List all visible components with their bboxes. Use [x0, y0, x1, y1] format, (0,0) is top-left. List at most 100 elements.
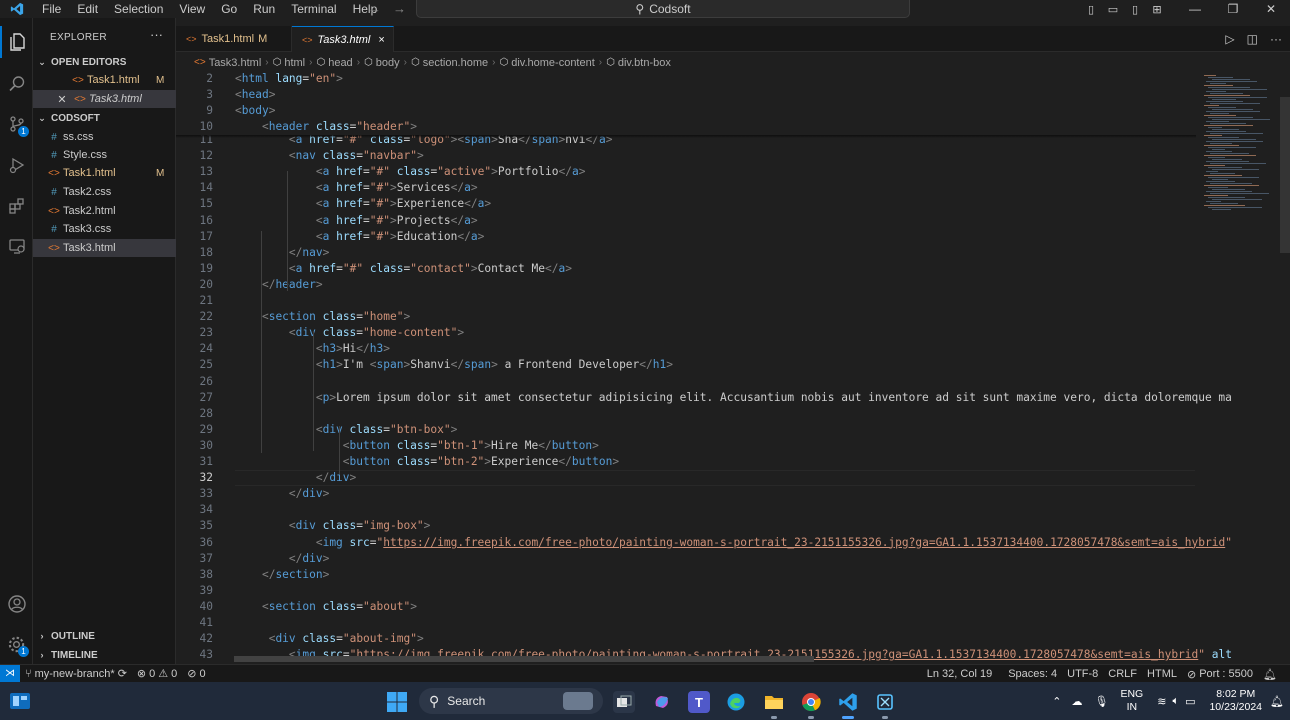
- wifi-icon[interactable]: ≋: [1157, 695, 1166, 708]
- search-view-icon[interactable]: [0, 68, 33, 100]
- onedrive-cloud-icon[interactable]: ☁: [1072, 695, 1083, 708]
- file-item[interactable]: # Task2.css: [33, 183, 176, 201]
- code-line[interactable]: 38 </section>: [176, 567, 1196, 583]
- menu-edit[interactable]: Edit: [69, 0, 106, 18]
- customize-layout-icon[interactable]: ⊞: [1146, 0, 1168, 18]
- code-line[interactable]: 22 <section class="home">: [176, 309, 1196, 325]
- menu-file[interactable]: File: [34, 0, 69, 18]
- open-editor-item[interactable]: <> Task1.html M: [33, 71, 176, 89]
- indentation[interactable]: Spaces: 4: [1003, 668, 1062, 680]
- code-line[interactable]: 41: [176, 615, 1196, 631]
- menu-view[interactable]: View: [171, 0, 213, 18]
- notifications-bell-icon[interactable]: 🔔︎: [1258, 668, 1282, 681]
- file-item[interactable]: <> Task1.html M: [33, 164, 176, 182]
- run-file-icon[interactable]: ▷: [1225, 32, 1234, 46]
- split-editor-icon[interactable]: ◫: [1247, 32, 1258, 46]
- clock[interactable]: 8:02 PM 10/23/2024: [1209, 688, 1262, 714]
- ports-status[interactable]: ⊘ 0: [182, 667, 210, 681]
- windows-start-icon[interactable]: [386, 691, 408, 713]
- branch-status[interactable]: ⑂ my-new-branch* ⟳: [20, 667, 132, 681]
- code-line[interactable]: 27 <p>Lorem ipsum dolor sit amet consect…: [176, 390, 1232, 406]
- code-line[interactable]: 18 </nav>: [176, 245, 1196, 261]
- code-line[interactable]: 35 <div class="img-box">: [176, 518, 1196, 534]
- breadcrumb-item[interactable]: div.btn-box: [618, 57, 671, 69]
- code-line[interactable]: 42 <div class="about-img">: [176, 631, 1196, 647]
- manage-gear-icon[interactable]: 1: [0, 628, 33, 660]
- minimap[interactable]: [1200, 71, 1280, 664]
- notification-center-icon[interactable]: 🔔︎: [1270, 695, 1284, 708]
- sticky-line[interactable]: 9 <body>: [176, 103, 1196, 119]
- code-line[interactable]: 14 <a href="#">Services</a>: [176, 180, 1196, 196]
- line-ending[interactable]: CRLF: [1103, 668, 1142, 680]
- code-line[interactable]: 29 <div class="btn-box">: [176, 422, 1196, 438]
- show-hidden-icons-icon[interactable]: ⌃: [1052, 695, 1061, 708]
- edge-icon[interactable]: [725, 691, 747, 713]
- encoding[interactable]: UTF-8: [1062, 668, 1103, 680]
- command-center[interactable]: ⚲ Codsoft: [416, 0, 910, 18]
- breadcrumb-item[interactable]: div.home-content: [511, 57, 595, 69]
- taskbar-search[interactable]: ⚲ Search: [419, 688, 603, 714]
- extensions-icon[interactable]: [0, 190, 33, 222]
- tab-task1-html[interactable]: <> Task1.html M: [176, 26, 292, 52]
- open-editor-item[interactable]: ✕ <> Task3.html: [33, 90, 176, 108]
- microphone-icon[interactable]: 🎙︎: [1095, 695, 1109, 708]
- code-line[interactable]: 32 </div>: [176, 470, 1196, 487]
- restore-button[interactable]: ❐: [1214, 0, 1252, 18]
- breadcrumb-item[interactable]: body: [376, 57, 400, 69]
- battery-icon[interactable]: ▭: [1185, 695, 1195, 708]
- code-line[interactable]: 31 <button class="btn-2">Experience</but…: [176, 454, 1196, 470]
- codsoft-folder-header[interactable]: ⌄ CODSOFT: [33, 109, 176, 127]
- code-line[interactable]: 25 <h1>I'm <span>Shanvi</span> a Fronten…: [176, 357, 1196, 373]
- problems-status[interactable]: ⊗ 0 ⚠ 0: [132, 667, 182, 681]
- forward-arrow-icon[interactable]: →: [393, 0, 406, 18]
- breadcrumb-item[interactable]: Task3.html: [209, 57, 262, 69]
- file-explorer-icon[interactable]: [763, 691, 785, 713]
- sticky-line[interactable]: 3 <head>: [176, 87, 1196, 103]
- close-window-button[interactable]: ✕: [1252, 0, 1290, 18]
- outline-header[interactable]: › OUTLINE: [33, 627, 176, 645]
- close-editor-icon[interactable]: ✕: [55, 93, 69, 106]
- breadcrumb-item[interactable]: html: [284, 57, 305, 69]
- back-arrow-icon[interactable]: ←: [368, 0, 381, 18]
- more-actions-icon[interactable]: ···: [150, 27, 163, 42]
- horizontal-scrollbar[interactable]: [234, 656, 814, 662]
- teams-icon[interactable]: T: [688, 691, 710, 713]
- code-line[interactable]: 37 </div>: [176, 551, 1196, 567]
- breadcrumb-item[interactable]: section.home: [423, 57, 488, 69]
- code-line[interactable]: 30 <button class="btn-1">Hire Me</button…: [176, 438, 1196, 454]
- more-actions-icon[interactable]: ···: [1270, 32, 1282, 46]
- code-line[interactable]: 17 <a href="#">Education</a>: [176, 229, 1196, 245]
- code-line[interactable]: 24 <h3>Hi</h3>: [176, 341, 1196, 357]
- task-view-icon[interactable]: [613, 691, 635, 713]
- copilot-icon[interactable]: [651, 691, 673, 713]
- code-line[interactable]: 20 </header>: [176, 277, 1196, 293]
- menu-terminal[interactable]: Terminal: [283, 0, 344, 18]
- code-line[interactable]: 28: [176, 406, 1196, 422]
- file-item[interactable]: # ss.css: [33, 128, 176, 146]
- code-line[interactable]: 34: [176, 502, 1196, 518]
- code-line[interactable]: 26: [176, 374, 1196, 390]
- minimize-button[interactable]: —: [1176, 0, 1214, 18]
- close-tab-icon[interactable]: ×: [378, 34, 384, 46]
- code-line[interactable]: 40 <section class="about">: [176, 599, 1196, 615]
- code-line[interactable]: 39: [176, 583, 1196, 599]
- cursor-position[interactable]: Ln 32, Col 19: [922, 668, 997, 680]
- file-item[interactable]: # Task3.css: [33, 220, 176, 238]
- explorer-icon[interactable]: [0, 26, 33, 58]
- code-line[interactable]: 23 <div class="home-content">: [176, 325, 1196, 341]
- source-control-icon[interactable]: 1: [0, 108, 33, 140]
- menu-go[interactable]: Go: [213, 0, 245, 18]
- code-line[interactable]: 19 <a href="#" class="contact">Contact M…: [176, 261, 1196, 277]
- breadcrumb-item[interactable]: head: [328, 57, 352, 69]
- chrome-icon[interactable]: [800, 691, 822, 713]
- code-line[interactable]: 13 <a href="#" class="active">Portfolio<…: [176, 164, 1196, 180]
- code-line[interactable]: 21: [176, 293, 1196, 309]
- language-mode[interactable]: HTML: [1142, 668, 1182, 680]
- widgets-icon[interactable]: [8, 692, 32, 710]
- remote-indicator-icon[interactable]: ⋊: [0, 664, 20, 683]
- toggle-secondary-sidebar-icon[interactable]: ▯: [1124, 0, 1146, 18]
- code-line[interactable]: 33 </div>: [176, 486, 1196, 502]
- menu-selection[interactable]: Selection: [106, 0, 171, 18]
- code-line[interactable]: 12 <nav class="navbar">: [176, 148, 1196, 164]
- file-item[interactable]: # Style.css: [33, 146, 176, 164]
